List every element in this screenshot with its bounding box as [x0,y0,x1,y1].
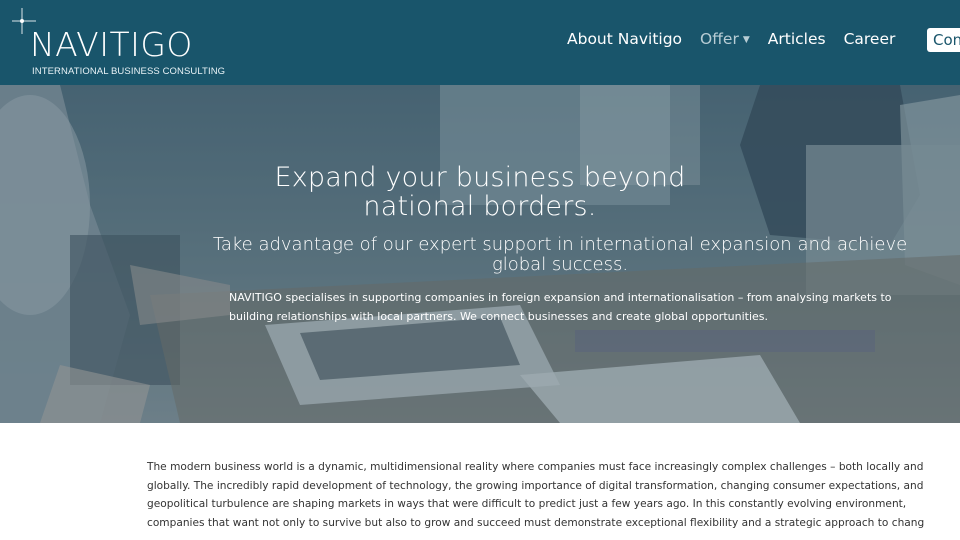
intro-paragraph: The modern business world is a dynamic, … [147,458,960,532]
intro-line: companies that want not only to survive … [147,516,925,529]
chevron-down-icon: ▼ [742,34,750,45]
hero-title: Expand your business beyond national bor… [274,162,686,222]
intro-line: globally. The incredibly rapid developme… [147,479,924,492]
nav-articles[interactable]: Articles [768,30,826,48]
nav-about[interactable]: About Navitigo [567,30,682,48]
main-nav: About Navitigo Offer ▼ Articles Career [567,30,913,48]
intro-line: geopolitical turbulence are shaping mark… [147,498,907,511]
contact-button[interactable]: Con [927,28,960,52]
intro-line: The modern business world is a dynamic, … [147,461,924,473]
nav-offer-label: Offer [700,30,739,48]
site-header: NAVITIGO INTERNATIONAL BUSINESS CONSULTI… [0,0,960,85]
logo-tagline: INTERNATIONAL BUSINESS CONSULTING [32,66,226,77]
logo-link[interactable]: NAVITIGO INTERNATIONAL BUSINESS CONSULTI… [12,8,226,80]
nav-career[interactable]: Career [844,30,896,48]
logo-wordmark: NAVITIGO [30,25,193,64]
hero-description: NAVITIGO specialises in supporting compa… [229,291,892,323]
nav-offer[interactable]: Offer ▼ [700,30,750,48]
hero-subtitle: Take advantage of our expert support in … [212,234,908,275]
hero-section: Expand your business beyond national bor… [0,85,960,423]
